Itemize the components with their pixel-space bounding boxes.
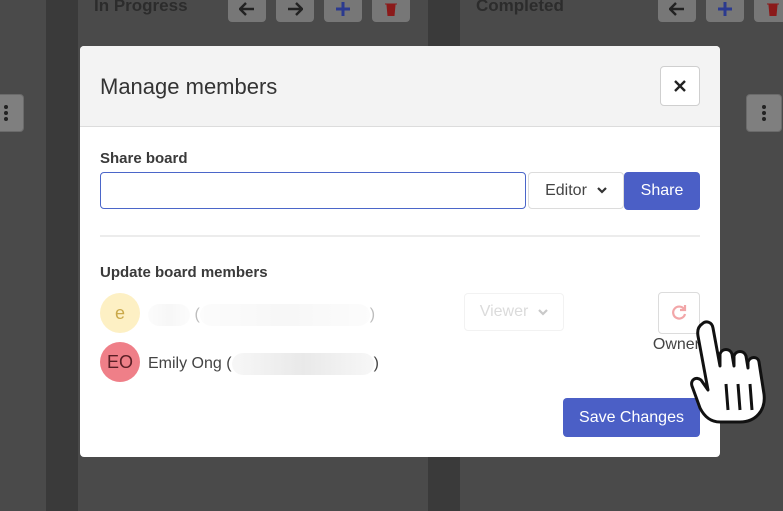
plus-icon xyxy=(718,2,732,16)
arrow-left-icon xyxy=(669,2,684,16)
arrow-right-icon xyxy=(288,2,303,16)
share-board-label: Share board xyxy=(100,150,188,167)
modal-title: Manage members xyxy=(100,74,278,99)
member-row: e () Viewer xyxy=(100,292,700,334)
move-left-button[interactable] xyxy=(658,0,696,22)
member-name: () xyxy=(148,304,375,326)
member-row: EO Emily Ong () Owner xyxy=(100,336,700,382)
update-members-label: Update board members xyxy=(100,264,268,281)
chevron-down-icon xyxy=(597,187,607,194)
share-role-select[interactable]: Editor xyxy=(528,172,624,209)
delete-column-button[interactable] xyxy=(754,0,783,22)
manage-members-modal: Manage members Share board Editor Share … xyxy=(80,46,720,457)
column-title: In Progress xyxy=(94,0,188,15)
member-name-text: Emily Ong xyxy=(148,355,222,373)
trash-icon xyxy=(385,3,397,16)
move-left-button[interactable] xyxy=(228,0,266,22)
kebab-icon xyxy=(4,105,8,121)
redacted-email xyxy=(199,304,370,326)
share-button[interactable]: Share xyxy=(624,172,700,210)
share-email-input[interactable] xyxy=(100,172,526,209)
close-icon xyxy=(674,80,686,92)
hand-cursor-icon xyxy=(690,320,766,424)
redacted-email xyxy=(231,353,374,375)
save-changes-button[interactable]: Save Changes xyxy=(563,398,700,437)
redacted-name xyxy=(148,304,190,326)
member-name: Emily Ong () xyxy=(148,353,379,375)
add-card-button[interactable] xyxy=(706,0,744,22)
kebab-icon xyxy=(762,105,766,121)
column-title: Completed xyxy=(476,0,564,15)
chevron-down-icon xyxy=(538,308,549,316)
move-right-button[interactable] xyxy=(276,0,314,22)
avatar: e xyxy=(100,293,140,333)
card-menu-button[interactable] xyxy=(0,94,24,132)
arrow-left-icon xyxy=(239,2,254,16)
plus-icon xyxy=(336,2,350,16)
board-column-left-edge xyxy=(0,0,46,511)
avatar-initials: e xyxy=(114,302,125,323)
modal-header: Manage members xyxy=(80,46,720,127)
add-card-button[interactable] xyxy=(324,0,362,22)
avatar: EO xyxy=(100,342,140,382)
member-role-value: Viewer xyxy=(479,303,529,320)
delete-column-button[interactable] xyxy=(372,0,410,22)
trash-icon xyxy=(767,3,779,16)
member-role-select[interactable]: Viewer xyxy=(464,293,564,331)
card-menu-button[interactable] xyxy=(746,94,782,132)
avatar-initials: EO xyxy=(106,351,133,372)
share-role-value: Editor xyxy=(545,181,587,199)
section-divider xyxy=(100,235,700,237)
close-button[interactable] xyxy=(660,66,700,106)
